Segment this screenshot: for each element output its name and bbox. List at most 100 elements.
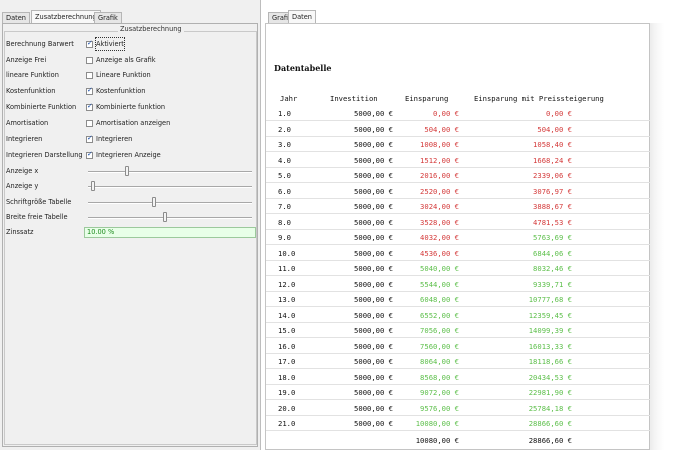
check-icon: ✓: [87, 134, 93, 142]
slider-track[interactable]: [88, 202, 252, 204]
cell-investition: 5000,00 €: [354, 186, 393, 196]
checkbox-label[interactable]: Kombinierte funktion: [96, 101, 165, 113]
cell-einsparung: 4032,00 €: [420, 233, 459, 242]
cell-einsparung: 7560,00 €: [420, 341, 459, 351]
check-icon: ✓: [87, 150, 93, 158]
checkbox-label[interactable]: Integrieren Anzeige: [96, 149, 161, 161]
checkbox-kombinierte-funktion[interactable]: ✓: [86, 102, 93, 111]
cell-jahr: 16.0: [278, 341, 296, 351]
zinssatz-input[interactable]: 10.00 %: [84, 227, 256, 238]
right-tabbar: Grafik Daten: [265, 10, 699, 24]
cell-einsparung: 1008,00 €: [420, 140, 459, 149]
col-header-investition: Investition: [330, 94, 378, 103]
cell-investition: 5000,00 €: [354, 403, 393, 413]
slider-handle-anzeige-x[interactable]: [125, 166, 130, 176]
setting-label: Anzeige Frei: [6, 56, 47, 64]
slider-label: Breite freie Tabelle: [6, 213, 68, 221]
cell-jahr: 8.0: [278, 217, 291, 227]
cell-einsparung: 8064,00 €: [420, 357, 459, 366]
checkbox-amortisation[interactable]: [86, 120, 93, 127]
cell-investition: 5000,00 €: [354, 264, 393, 273]
cell-jahr: 15.0: [278, 326, 296, 335]
cell-jahr: 9.0: [278, 233, 291, 242]
check-icon: ✓: [87, 102, 93, 110]
cell-einsparung-preissteigerung: 18118,66 €: [528, 357, 572, 366]
tab-zusatzberechnung[interactable]: Zusatzberechnung: [31, 10, 101, 24]
cell-investition: 5000,00 €: [354, 124, 393, 134]
row-separator: [266, 135, 650, 137]
cell-einsparung: 0,00 €: [433, 109, 459, 118]
setting-label: lineare Funktion: [6, 71, 59, 79]
cell-investition: 5000,00 €: [354, 233, 393, 242]
setting-label: Integrieren: [6, 135, 43, 143]
total-einsparung-preissteigerung: 28866,60 €: [528, 435, 572, 445]
setting-label: Integrieren Darstellung: [6, 151, 83, 159]
cell-einsparung-preissteigerung: 3888,67 €: [533, 202, 572, 211]
cell-einsparung-preissteigerung: 22981,90 €: [528, 388, 572, 397]
cell-einsparung-preissteigerung: 8032,46 €: [533, 264, 572, 273]
slider-track[interactable]: [88, 171, 252, 173]
cell-einsparung: 8568,00 €: [420, 372, 459, 382]
slider-handle-breite-tabelle[interactable]: [163, 212, 168, 222]
slider-label: Anzeige x: [6, 167, 39, 175]
row-separator: [266, 290, 650, 292]
cell-einsparung-preissteigerung: 1058,40 €: [533, 140, 572, 149]
tab-daten-right[interactable]: Daten: [288, 10, 316, 24]
checkbox-label[interactable]: Aktiviert: [95, 37, 125, 51]
tab-grafik-left[interactable]: Grafik: [94, 12, 122, 23]
checkbox-label[interactable]: Kostenfunktion: [96, 85, 145, 97]
group-title: Zusatzberechnung: [118, 25, 184, 33]
table-title: Datentabelle: [274, 63, 332, 73]
col-header-jahr: Jahr: [280, 94, 298, 103]
checkbox-integrieren-darstellung[interactable]: ✓: [86, 150, 93, 159]
cell-einsparung: 9072,00 €: [420, 388, 459, 397]
cell-jahr: 1.0: [278, 109, 291, 118]
row-separator: [266, 259, 650, 261]
row-separator: [266, 244, 650, 245]
cell-einsparung: 3024,00 €: [420, 202, 459, 211]
cell-jahr: 2.0: [278, 124, 291, 134]
slider-handle-anzeige-y[interactable]: [90, 181, 95, 191]
row-separator: [266, 321, 650, 323]
check-icon: ✓: [87, 86, 93, 94]
cell-einsparung-preissteigerung: 1668,24 €: [533, 155, 572, 165]
checkbox-label[interactable]: Lineare Funktion: [96, 69, 151, 81]
setting-label: Berechnung Barwert: [6, 40, 74, 48]
cell-einsparung: 7056,00 €: [420, 326, 459, 335]
slider-track[interactable]: [88, 186, 252, 188]
tab-daten-left[interactable]: Daten: [2, 12, 30, 23]
checkbox-barwert[interactable]: ✓: [86, 39, 93, 48]
checkbox-label[interactable]: Amortisation anzeigen: [96, 117, 170, 129]
check-icon: ✓: [87, 39, 93, 47]
left-panel: Daten Zusatzberechnung Grafik Zusatzbere…: [0, 0, 261, 450]
cell-einsparung-preissteigerung: 504,00 €: [537, 124, 572, 134]
checkbox-kostenfunktion[interactable]: ✓: [86, 86, 93, 95]
checkbox-anzeige-frei[interactable]: [86, 57, 93, 64]
zinssatz-label: Zinssatz: [6, 228, 34, 236]
cell-jahr: 12.0: [278, 279, 296, 289]
cell-einsparung: 10080,00 €: [415, 419, 459, 428]
cell-einsparung-preissteigerung: 0,00 €: [546, 109, 572, 118]
slider-handle-schriftgroesse[interactable]: [151, 197, 156, 207]
slider-track[interactable]: [88, 217, 252, 219]
checkbox-label[interactable]: Anzeige als Grafik: [96, 54, 156, 66]
row-separator: [266, 166, 650, 168]
checkbox-label[interactable]: Integrieren: [96, 133, 132, 145]
cell-einsparung-preissteigerung: 16013,33 €: [528, 341, 572, 351]
cell-investition: 5000,00 €: [354, 217, 393, 227]
cell-investition: 5000,00 €: [354, 171, 393, 180]
cell-jahr: 6.0: [278, 186, 291, 196]
col-header-einsparung: Einsparung: [405, 94, 449, 103]
cell-jahr: 5.0: [278, 171, 291, 180]
checkbox-integrieren[interactable]: ✓: [86, 134, 93, 143]
cell-einsparung-preissteigerung: 14099,39 €: [528, 326, 572, 335]
cell-jahr: 19.0: [278, 388, 296, 397]
cell-jahr: 20.0: [278, 403, 296, 413]
row-separator: [266, 337, 650, 338]
cell-jahr: 4.0: [278, 155, 291, 165]
window-shadow: [650, 23, 699, 450]
cell-investition: 5000,00 €: [354, 388, 393, 397]
checkbox-lineare-funktion[interactable]: [86, 72, 93, 79]
cell-einsparung-preissteigerung: 6844,06 €: [533, 248, 572, 258]
row-separator: [266, 151, 650, 152]
